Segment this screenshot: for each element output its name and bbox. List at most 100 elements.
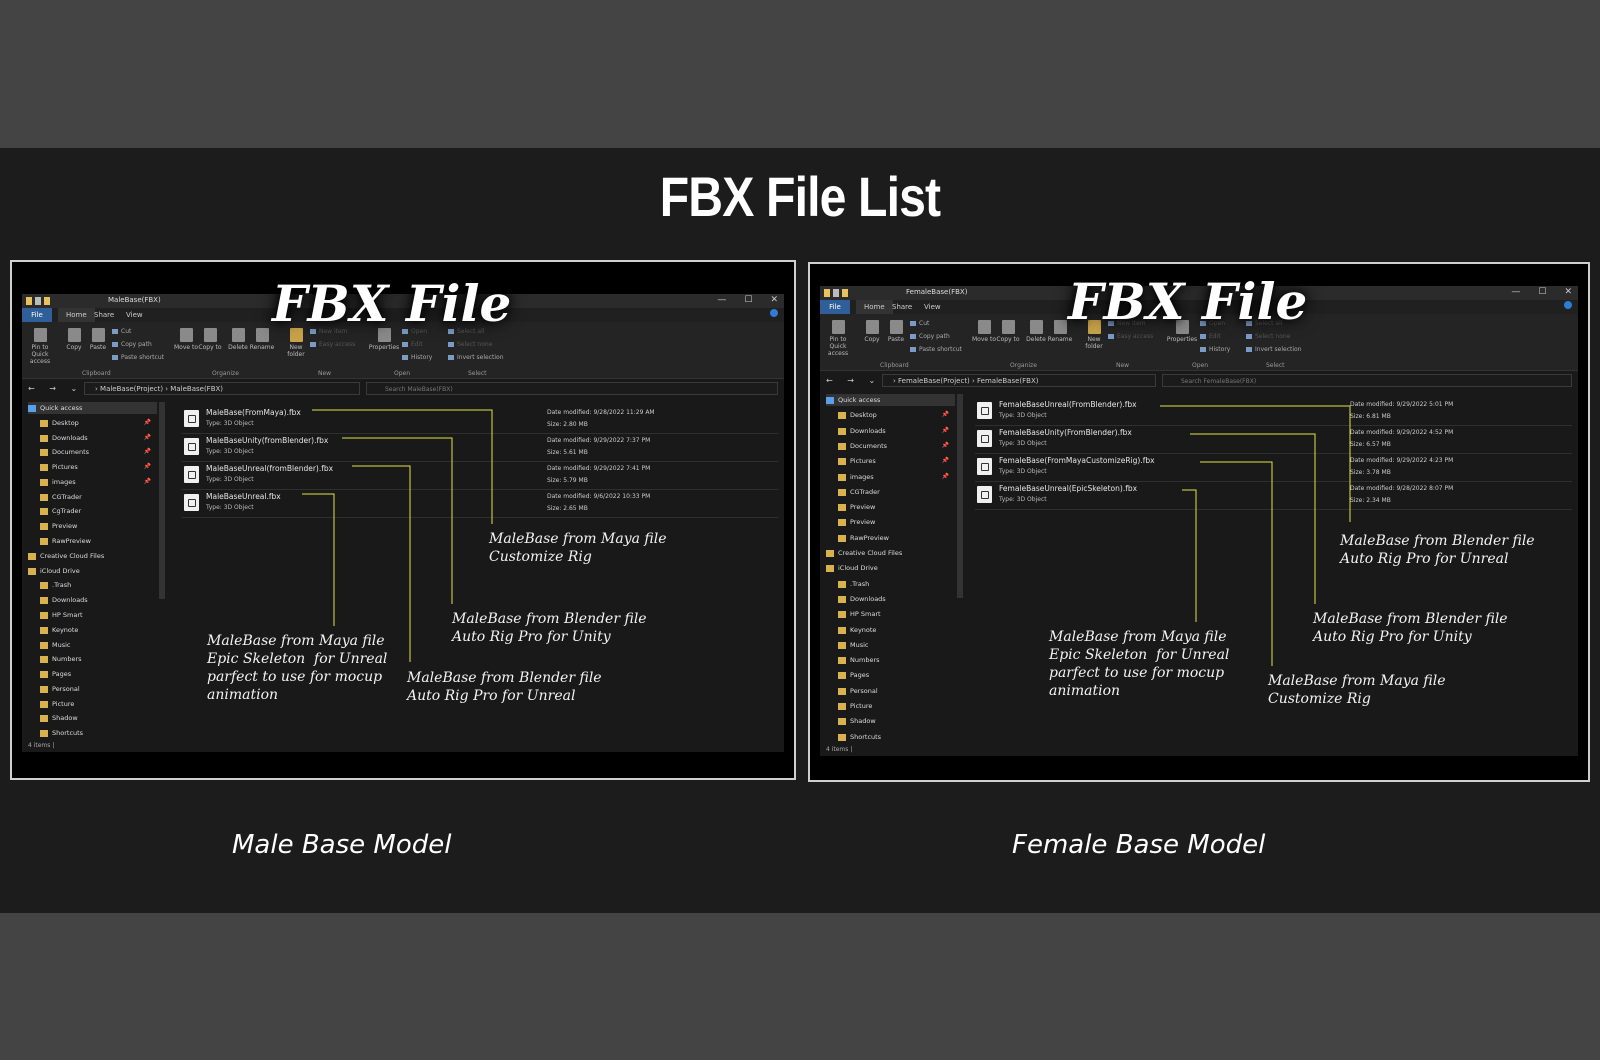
tab-home[interactable]: Home [58,308,95,322]
sidebar-item[interactable]: Creative Cloud Files [28,550,157,562]
sidebar-item[interactable]: Picture [40,698,157,710]
maximize-button[interactable]: ☐ [744,295,752,305]
breadcrumb[interactable]: › FemaleBase(Project) › FemaleBase(FBX) [882,374,1156,387]
file-row[interactable]: FemaleBaseUnreal(FromBlender).fbx Type: 3… [975,398,1572,426]
file-row[interactable]: FemaleBaseUnity(FromBlender).fbx Type: 3D… [975,426,1572,454]
tab-share[interactable]: Share [892,303,912,311]
sidebar-item[interactable]: Quick access [28,402,157,414]
sidebar-item[interactable]: Keynote [40,624,157,636]
navigation-scrollbar[interactable] [159,402,165,599]
sidebar-item[interactable]: images 📌 [838,471,955,483]
folder-icon[interactable] [824,289,830,297]
sidebar-item[interactable]: .Trash [40,579,157,591]
sidebar-item[interactable]: Shortcuts [40,727,157,739]
close-button[interactable]: ✕ [1564,287,1572,297]
folder-icon[interactable] [842,289,848,297]
help-icon[interactable] [1564,301,1572,309]
sidebar-item[interactable]: iCloud Drive [826,562,955,574]
tab-view[interactable]: View [126,311,143,319]
sidebar-item[interactable]: Keynote [838,624,955,636]
pin-to-quick-access-button[interactable]: Pin to Quick access [822,320,854,357]
sidebar-item[interactable]: Pages [838,669,955,681]
sidebar-item[interactable]: Documents 📌 [838,440,955,452]
file-row[interactable]: MaleBaseUnreal(fromBlender).fbx Type: 3D … [182,462,778,490]
sidebar-item[interactable]: HP Smart [40,609,157,621]
paste-button[interactable]: Paste [880,320,912,343]
sidebar-item[interactable]: Creative Cloud Files [826,547,955,559]
sidebar-item[interactable]: RawPreview [838,532,955,544]
sidebar-item[interactable]: CgTrader [40,505,157,517]
folder-icon[interactable] [44,297,50,305]
tab-view[interactable]: View [924,303,941,311]
sidebar-item[interactable]: Shadow [838,715,955,727]
tab-home[interactable]: Home [856,300,893,314]
sidebar-item[interactable]: .Trash [838,578,955,590]
breadcrumb[interactable]: › MaleBase(Project) › MaleBase(FBX) [84,382,360,395]
properties-icon[interactable] [35,297,41,305]
history-button[interactable]: History [402,354,432,361]
help-icon[interactable] [770,309,778,317]
sidebar-item[interactable]: CGTrader [40,491,157,503]
sidebar-item[interactable]: Quick access [826,394,955,406]
sidebar-item[interactable]: Numbers [40,653,157,665]
sidebar-item[interactable]: iCloud Drive [28,565,157,577]
easy-access-button[interactable]: Easy access [1108,333,1153,340]
file-row[interactable]: FemaleBase(FromMayaCustomizeRig).fbx Type… [975,454,1572,482]
paste-shortcut-button[interactable]: Paste shortcut [112,354,164,361]
paste-button[interactable]: Paste [82,328,114,351]
history-button[interactable]: History [1200,346,1230,353]
file-row[interactable]: MaleBaseUnity(fromBlender).fbx Type: 3D O… [182,434,778,462]
file-row[interactable]: MaleBaseUnreal.fbx Type: 3D Object Date mo… [182,490,778,518]
copy-path-button[interactable]: Copy path [112,341,152,348]
invert-selection-button[interactable]: Invert selection [448,354,504,361]
quick-access-toolbar[interactable] [824,289,848,297]
sidebar-item[interactable]: Music [838,639,955,651]
copy-path-button[interactable]: Copy path [910,333,950,340]
sidebar-item[interactable]: Downloads [838,593,955,605]
easy-access-button[interactable]: Easy access [310,341,355,348]
folder-icon[interactable] [26,297,32,305]
maximize-button[interactable]: ☐ [1538,287,1546,297]
minimize-button[interactable]: — [717,295,726,305]
sidebar-item[interactable]: Pictures 📌 [40,461,157,473]
select-none-button[interactable]: Select none [448,341,492,348]
sidebar-item[interactable]: Picture [838,700,955,712]
sidebar-item[interactable]: Music [40,639,157,651]
sidebar-item[interactable]: Desktop 📌 [838,409,955,421]
search-input[interactable]: Search FemaleBase(FBX) [1162,374,1572,387]
sidebar-item[interactable]: HP Smart [838,608,955,620]
quick-access-toolbar[interactable] [26,297,50,305]
minimize-button[interactable]: — [1511,287,1520,297]
close-button[interactable]: ✕ [770,295,778,305]
sidebar-item[interactable]: Shadow [40,712,157,724]
tab-file[interactable]: File [22,308,52,322]
sidebar-item[interactable]: Personal [40,683,157,695]
sidebar-item[interactable]: Downloads [40,594,157,606]
cut-button[interactable]: Cut [112,328,131,335]
paste-shortcut-button[interactable]: Paste shortcut [910,346,962,353]
sidebar-item[interactable]: images 📌 [40,476,157,488]
sidebar-item[interactable]: Documents 📌 [40,446,157,458]
file-row[interactable]: FemaleBaseUnreal(EpicSkeleton).fbx Type: … [975,482,1572,510]
sidebar-item[interactable]: CGTrader [838,486,955,498]
pin-to-quick-access-button[interactable]: Pin to Quick access [24,328,56,365]
sidebar-item[interactable]: Personal [838,685,955,697]
sidebar-item[interactable]: Pictures 📌 [838,455,955,467]
sidebar-item[interactable]: Numbers [838,654,955,666]
sidebar-item[interactable]: Preview [838,516,955,528]
properties-icon[interactable] [833,289,839,297]
sidebar-item[interactable]: Downloads 📌 [40,432,157,444]
sidebar-item[interactable]: Preview [40,520,157,532]
invert-selection-button[interactable]: Invert selection [1246,346,1302,353]
sidebar-item[interactable]: Shortcuts [838,731,955,743]
cut-button[interactable]: Cut [910,320,929,327]
sidebar-item[interactable]: Pages [40,668,157,680]
sidebar-item[interactable]: Desktop 📌 [40,417,157,429]
sidebar-item[interactable]: RawPreview [40,535,157,547]
edit-button[interactable]: Edit [402,341,423,348]
navigation-scrollbar[interactable] [957,394,963,598]
tab-share[interactable]: Share [94,311,114,319]
sidebar-item[interactable]: Preview [838,501,955,513]
sidebar-item[interactable]: Downloads 📌 [838,425,955,437]
file-row[interactable]: MaleBase(FromMaya).fbx Type: 3D Object Dat… [182,406,778,434]
